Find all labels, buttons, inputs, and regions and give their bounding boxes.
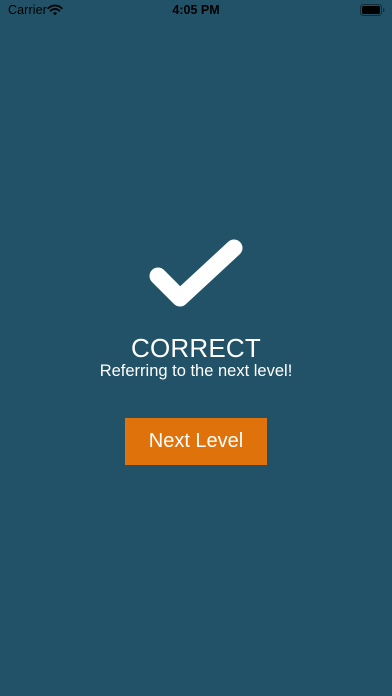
status-bar: Carrier 4:05 PM (0, 0, 392, 22)
result-message: Referring to the next level! (99, 362, 293, 380)
checkmark-icon (149, 239, 243, 307)
next-level-button[interactable]: Next Level (125, 418, 267, 465)
clock: 4:05 PM (172, 3, 220, 17)
battery-icon (360, 4, 385, 16)
result-title: CORRECT (131, 333, 261, 363)
correct-answer-screen: Carrier 4:05 PM CORRECT Referring to the… (0, 0, 392, 696)
